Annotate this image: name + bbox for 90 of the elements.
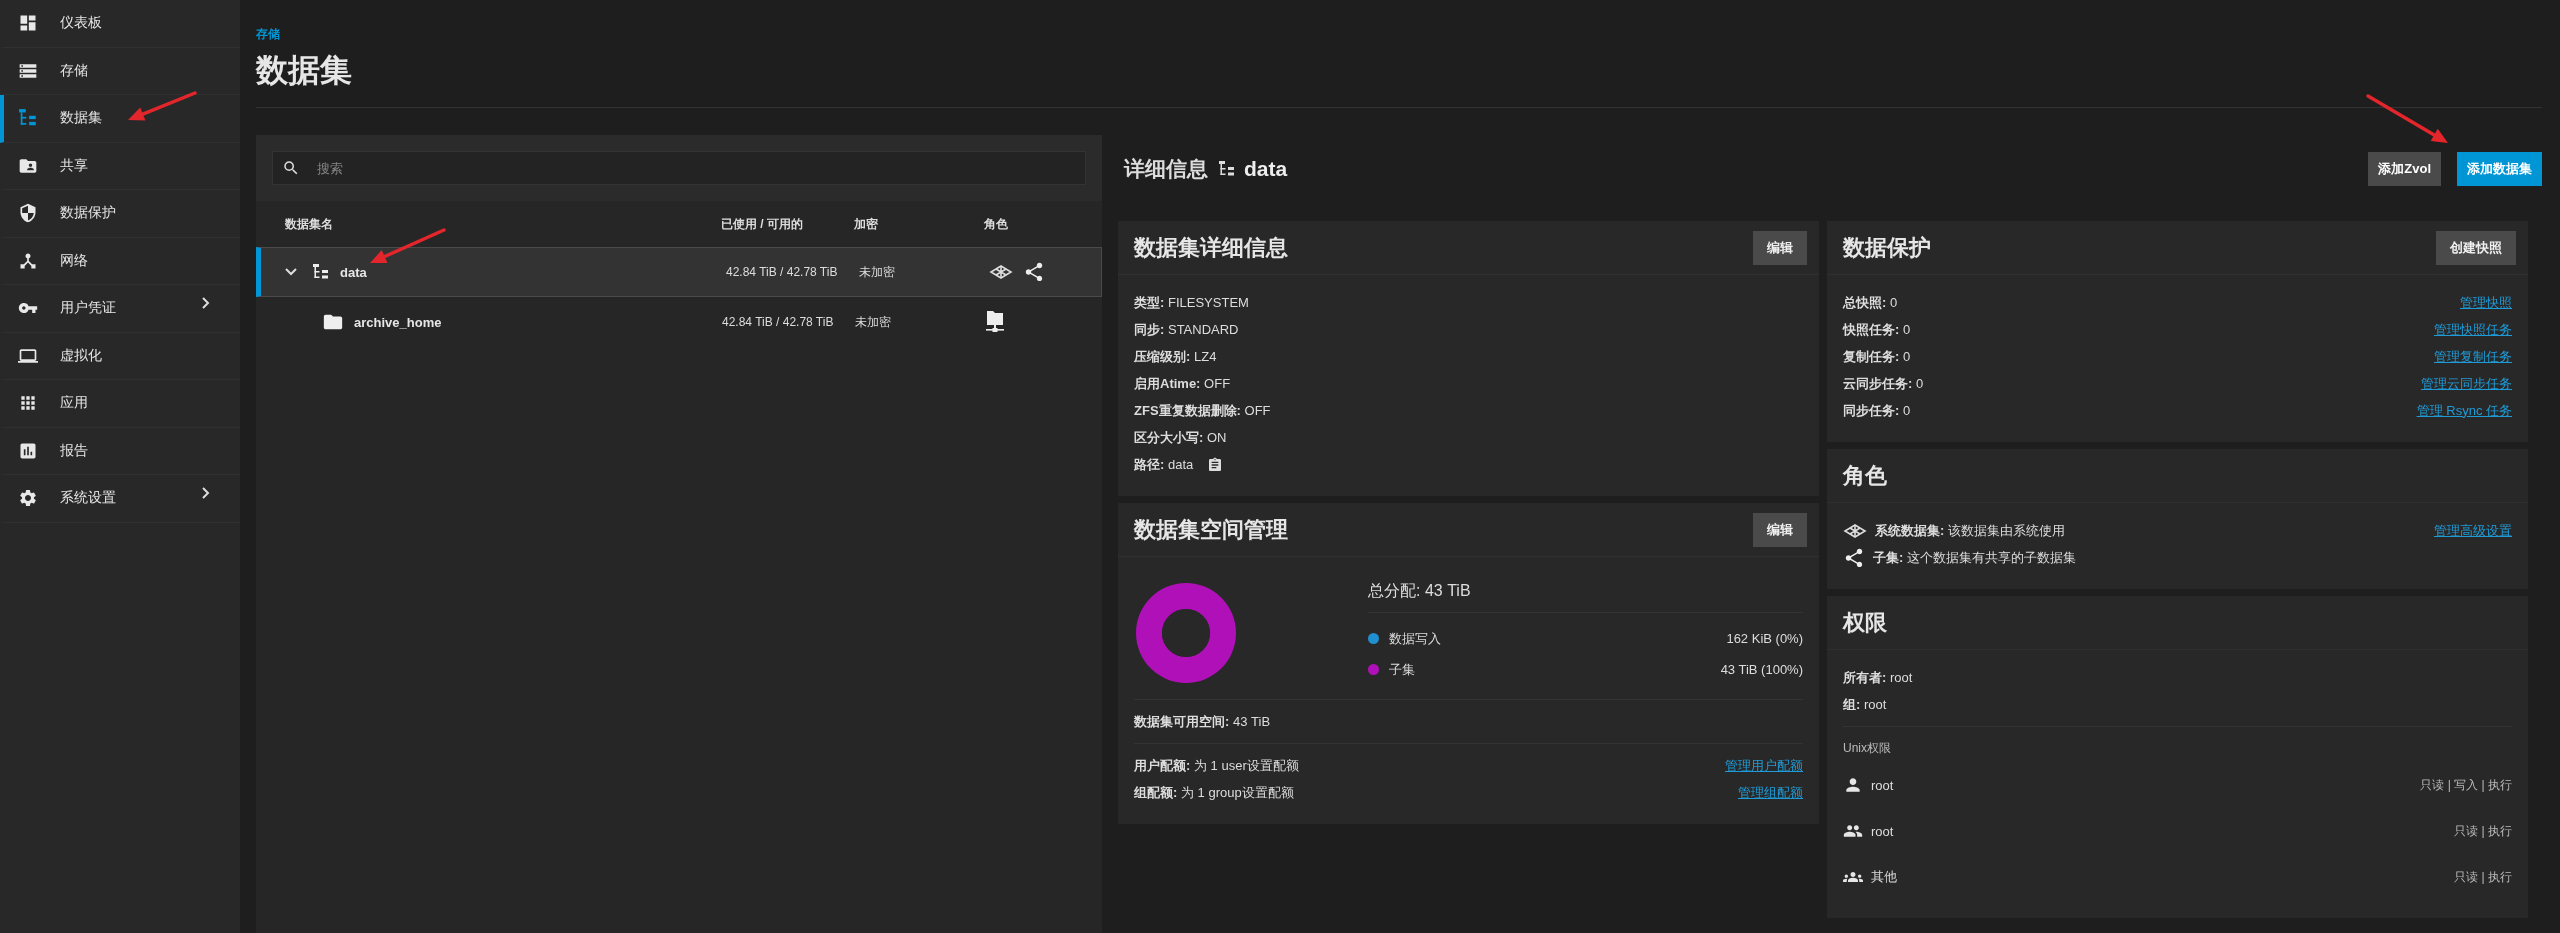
edit-button[interactable]: 编辑 <box>1753 512 1807 547</box>
section-label: Unix权限 <box>1843 740 1891 757</box>
breadcrumb-link[interactable]: 存储 <box>256 26 280 43</box>
manage-link[interactable]: 管理快照任务 <box>2434 320 2512 339</box>
network-folder-icon <box>985 310 1005 334</box>
clipboard-icon[interactable] <box>1207 456 1224 473</box>
detail-text: 路径: data <box>1134 455 1194 474</box>
dataset-name: data <box>340 264 367 280</box>
protection-text: 云同步任务: 0 <box>1843 374 1924 393</box>
column-header: 数据集名 <box>285 215 333 233</box>
detail-text: ZFS重复数据删除: OFF <box>1134 401 1271 420</box>
detail-text: 同步: STANDARD <box>1134 320 1239 339</box>
annotation-arrow <box>128 91 197 121</box>
total-allocation: 总分配: 43 TiB <box>1368 581 1803 613</box>
legend-value: 162 KiB (0%) <box>1726 631 1803 646</box>
layered-diamond-icon <box>1843 522 1867 539</box>
edit-button[interactable]: 编辑 <box>1753 230 1807 265</box>
share-icon <box>1843 546 1865 569</box>
manage-link[interactable]: 管理高级设置 <box>2434 521 2512 540</box>
available-space-text: 数据集可用空间: 43 TiB <box>1134 712 1271 731</box>
owner-text: 所有者: root <box>1843 668 1913 687</box>
quota-text: 用户配额: 为 1 user设置配额 <box>1134 756 1299 775</box>
encryption-cell: 未加密 <box>855 313 891 331</box>
chevron-down-icon[interactable] <box>285 268 297 276</box>
role-text: 子集: 这个数据集有共享的子数据集 <box>1873 548 2076 567</box>
legend-label: 子集 <box>1389 660 1415 679</box>
detail-text: 类型: FILESYSTEM <box>1134 293 1249 312</box>
page-title: 数据集 <box>256 51 352 90</box>
chevron-right-icon[interactable] <box>202 487 210 500</box>
quota-text: 组配额: 为 1 group设置配额 <box>1134 783 1294 802</box>
manage-quota-link[interactable]: 管理用户配额 <box>1725 756 1803 775</box>
permission-name: root <box>1871 777 1894 793</box>
add-zvol-button[interactable]: 添加Zvol <box>2368 152 2441 186</box>
share-icon <box>1023 261 1045 283</box>
group-text: 组: root <box>1843 695 1887 714</box>
role-text: 系统数据集: 该数据集由系统使用 <box>1875 521 2065 540</box>
detail-text: 压缩级别: LZ4 <box>1134 347 1217 366</box>
settings-icon <box>18 488 38 509</box>
sidebar-item[interactable]: 存储 <box>0 47 240 95</box>
dataset-name: archive_home <box>354 314 442 330</box>
dataset-tree-icon <box>312 263 330 281</box>
chevron-right-icon[interactable] <box>202 297 210 310</box>
column-header: 已使用 / 可用的 <box>721 215 803 233</box>
manage-link[interactable]: 管理 Rsync 任务 <box>2416 401 2512 420</box>
layered-diamond-icon <box>989 264 1013 280</box>
sidebar-item[interactable]: 用户凭证 <box>0 285 240 333</box>
protection-text: 快照任务: 0 <box>1843 320 1911 339</box>
access-text: 只读 | 执行 <box>2454 822 2512 840</box>
column-header: 角色 <box>984 215 1008 233</box>
dataset-tree-icon <box>1218 160 1236 178</box>
sidebar-item[interactable]: 共享 <box>0 142 240 190</box>
card-title: 数据集详细信息 <box>1134 233 1288 262</box>
card-title: 数据集空间管理 <box>1134 515 1288 544</box>
dataset-name: data <box>1244 157 1288 181</box>
legend-label: 数据写入 <box>1389 629 1441 648</box>
card-title: 权限 <box>1843 608 1887 637</box>
access-text: 只读 | 写入 | 执行 <box>2420 776 2512 794</box>
manage-link[interactable]: 管理复制任务 <box>2434 347 2512 366</box>
encryption-cell: 未加密 <box>859 263 895 281</box>
shield-icon <box>18 203 38 224</box>
usage-cell: 42.84 TiB / 42.78 TiB <box>722 315 834 329</box>
sidebar-item[interactable]: 应用 <box>0 380 240 428</box>
protection-text: 总快照: 0 <box>1843 293 1898 312</box>
manage-quota-link[interactable]: 管理组配额 <box>1738 783 1803 802</box>
search-icon <box>282 159 300 177</box>
protection-text: 同步任务: 0 <box>1843 401 1911 420</box>
card-title: 角色 <box>1843 461 1887 490</box>
column-header: 加密 <box>854 215 878 233</box>
protection-text: 复制任务: 0 <box>1843 347 1911 366</box>
permission-name: root <box>1871 823 1894 839</box>
create-snapshot-button[interactable]: 创建快照 <box>2436 230 2516 265</box>
details-title: 详细信息 <box>1124 156 1208 182</box>
manage-link[interactable]: 管理快照 <box>2460 293 2512 312</box>
dataset-row[interactable]: data 42.84 TiB / 42.78 TiB 未加密 <box>256 247 1102 297</box>
sidebar-item[interactable]: 虚拟化 <box>0 332 240 380</box>
sidebar-item[interactable]: 报告 <box>0 427 240 475</box>
access-text: 只读 | 执行 <box>2454 868 2512 886</box>
permission-name: 其他 <box>1871 868 1897 886</box>
usage-cell: 42.84 TiB / 42.78 TiB <box>726 265 838 279</box>
detail-text: 启用Atime: OFF <box>1134 374 1231 393</box>
detail-text: 区分大小写: ON <box>1134 428 1227 447</box>
dashboard-icon <box>18 13 38 34</box>
sidebar-item[interactable]: 仪表板 <box>0 0 240 48</box>
legend-value: 43 TiB (100%) <box>1720 662 1803 677</box>
sidebar-item[interactable]: 网络 <box>0 237 240 285</box>
card-title: 数据保护 <box>1843 233 1931 262</box>
sidebar-item[interactable]: 系统设置 <box>0 475 240 523</box>
sidebar-item[interactable]: 数据保护 <box>0 190 240 238</box>
manage-link[interactable]: 管理云同步任务 <box>2421 374 2512 393</box>
search-field[interactable]: 搜索 <box>272 151 1086 185</box>
